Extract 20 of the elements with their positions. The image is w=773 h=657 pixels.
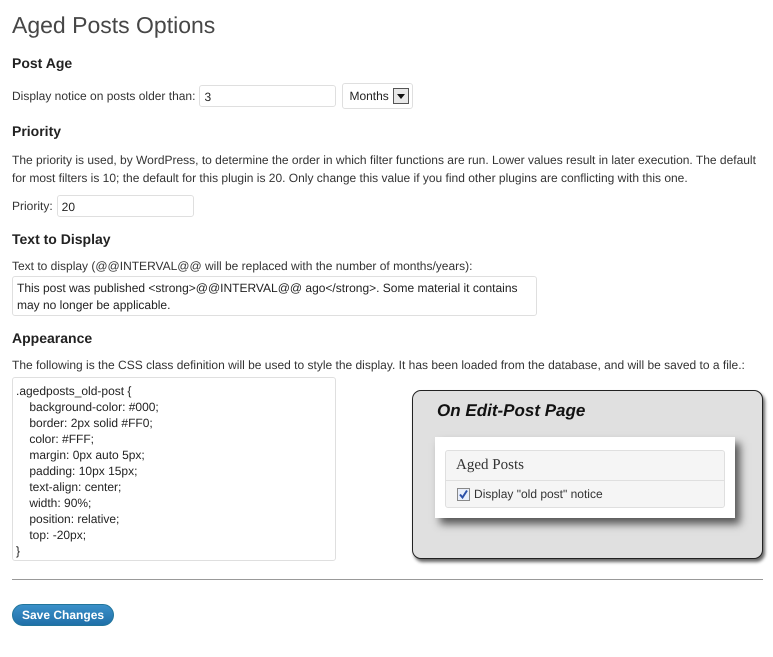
field-label: Display notice on posts older than:	[12, 89, 196, 103]
section-heading: Priority	[12, 123, 62, 139]
appearance-description: The following is the CSS class definition will be used to style the display. It has been loaded from the database, and will be saved to a file.:	[12, 358, 746, 372]
field-label: Text to display (@@INTERVAL@@ will be replaced with the number of months/years):	[12, 259, 474, 273]
age-input-field[interactable]: 3	[199, 85, 336, 107]
checkbox-label: Display "old post" notice	[474, 487, 603, 501]
section-heading: Appearance	[12, 330, 94, 346]
css-text-area[interactable]: .agedposts_old-post { background-color: #000; border: 2px solid #FF0; color: #FFF; margin: 0px auto 5px; padding: 10px 15px; text-align: center; width: 90%; position: relative; top: -20px; }	[12, 377, 336, 561]
priority-input-field[interactable]: 20	[56, 195, 194, 217]
page-title: Aged Posts Options	[12, 12, 216, 39]
priority-description: The priority is used, by WordPress, to determine the order in which filter functions are run. Lower values result in later execution. The default for most filters is 10; the default for this plugin is 20. Only change this value if you find other plugins are conflicting with this one.	[12, 152, 757, 187]
unit-dropdown[interactable]: Months	[342, 83, 413, 109]
meta-box-title: Aged Posts	[446, 451, 724, 481]
section-heading: Post Age	[12, 55, 74, 71]
save-changes-button[interactable]: Save Changes	[12, 604, 114, 626]
field-label: Priority:	[12, 199, 53, 213]
section-heading: Text to Display	[12, 231, 112, 247]
preview-title: On Edit-Post Page	[436, 401, 586, 421]
notice-text-area[interactable]: This post was published <strong>@@INTERVAL@@ ago</strong>. Some material it contains may no longer be applicable.	[12, 276, 537, 316]
checkbox[interactable]	[457, 488, 470, 500]
